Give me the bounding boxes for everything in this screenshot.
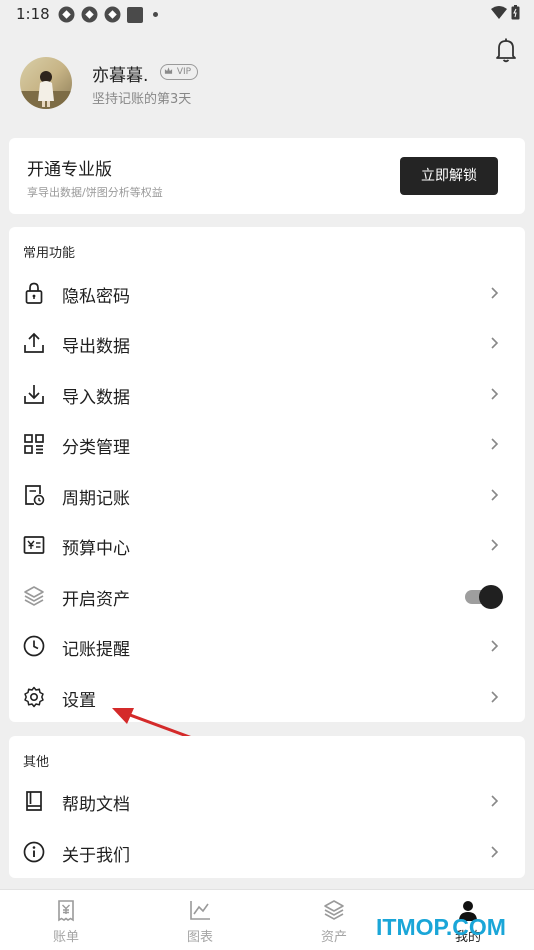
nav-tab-charts[interactable]: 图表 — [160, 890, 240, 950]
pro-title: 开通专业版 — [27, 160, 112, 180]
menu-item-label: 设置 — [62, 691, 96, 711]
nav-label: 图表 — [186, 930, 213, 945]
avatar[interactable] — [20, 57, 72, 109]
menu-item-label: 预算中心 — [62, 539, 130, 559]
crown-icon — [164, 67, 173, 74]
menu-item-export-data[interactable]: 导出数据 — [9, 318, 525, 368]
nav-tab-bills[interactable]: 账单 — [26, 890, 106, 950]
menu-item-enable-assets[interactable]: 开启资产 — [9, 571, 525, 621]
lock-icon — [25, 282, 43, 304]
username: 亦暮暮. — [92, 66, 149, 86]
chevron-right-icon — [491, 640, 499, 652]
menu-item-category-management[interactable]: 分类管理 — [9, 419, 525, 469]
unlock-button[interactable]: 立即解锁 — [400, 157, 498, 195]
budget-icon — [23, 536, 45, 554]
notification-app-icon — [81, 6, 98, 23]
watermark: ITMOP.COM — [376, 914, 506, 940]
menu-item-about-us[interactable]: 关于我们 — [9, 827, 525, 877]
pro-subtitle: 享导出数据/饼图分析等权益 — [27, 186, 163, 199]
menu-item-label: 隐私密码 — [62, 287, 130, 307]
avatar-image — [20, 57, 72, 109]
download-icon — [24, 385, 44, 404]
nav-tab-assets[interactable]: 资产 — [294, 890, 374, 950]
chevron-right-icon — [491, 489, 499, 501]
chevron-right-icon — [491, 337, 499, 349]
menu-item-help-docs[interactable]: 帮助文档 — [9, 776, 525, 826]
menu-item-label: 开启资产 — [62, 590, 130, 610]
menu-item-label: 记账提醒 — [62, 640, 130, 660]
menu-item-label: 导入数据 — [62, 388, 130, 408]
chevron-right-icon — [491, 388, 499, 400]
book-icon — [26, 791, 42, 811]
common-functions-card: 常用功能 隐私密码 导出数据 导入数据 分类管理 周期记账 预算中心 开启资产 — [9, 227, 525, 722]
section-title: 其他 — [23, 755, 50, 770]
assets-toggle[interactable] — [465, 584, 505, 609]
calendar-clock-icon — [25, 485, 45, 506]
menu-item-label: 关于我们 — [62, 846, 130, 866]
vip-badge[interactable]: VIP — [160, 64, 198, 80]
chevron-right-icon — [491, 438, 499, 450]
grid-icon — [24, 434, 44, 454]
menu-item-settings[interactable]: 设置 — [9, 672, 525, 722]
status-bar: 1:18 — [0, 0, 534, 28]
menu-item-record-reminder[interactable]: 记账提醒 — [9, 621, 525, 671]
chevron-right-icon — [491, 539, 499, 551]
chevron-right-icon — [491, 691, 499, 703]
chevron-right-icon — [491, 795, 499, 807]
section-title: 常用功能 — [23, 246, 76, 261]
notification-app-icon — [58, 6, 75, 23]
menu-item-import-data[interactable]: 导入数据 — [9, 369, 525, 419]
menu-item-label: 分类管理 — [62, 438, 130, 458]
layers-icon — [324, 900, 344, 920]
status-right — [491, 5, 520, 20]
clock-icon — [23, 635, 45, 657]
bell-icon[interactable] — [494, 37, 518, 63]
menu-item-privacy-password[interactable]: 隐私密码 — [9, 268, 525, 318]
pro-upgrade-card: 开通专业版 享导出数据/饼图分析等权益 立即解锁 — [9, 138, 525, 214]
info-icon — [23, 841, 45, 863]
menu-item-recurring-records[interactable]: 周期记账 — [9, 470, 525, 520]
notification-icons — [58, 6, 158, 23]
notification-square-icon — [127, 6, 143, 23]
menu-item-budget-center[interactable]: 预算中心 — [9, 520, 525, 570]
nav-label: 账单 — [52, 930, 79, 945]
streak-text: 坚持记账的第3天 — [92, 92, 192, 107]
profile-header[interactable]: 亦暮暮. VIP 坚持记账的第3天 — [20, 38, 520, 113]
status-time: 1:18 — [16, 5, 50, 23]
toggle-knob — [479, 585, 503, 609]
notification-dot-icon — [153, 12, 158, 17]
menu-item-label: 周期记账 — [62, 489, 130, 509]
battery-icon — [511, 5, 520, 20]
upload-icon — [24, 332, 44, 353]
other-card: 其他 帮助文档 关于我们 — [9, 736, 525, 878]
gear-icon — [24, 686, 44, 708]
menu-item-label: 帮助文档 — [62, 795, 130, 815]
menu-item-label: 导出数据 — [62, 337, 130, 357]
receipt-icon — [58, 900, 74, 922]
nav-label: 资产 — [320, 930, 347, 945]
vip-badge-label: VIP — [176, 67, 192, 77]
chevron-right-icon — [491, 287, 499, 299]
wifi-icon — [491, 5, 507, 19]
layers-icon — [24, 586, 44, 606]
notification-app-icon — [104, 6, 121, 23]
chart-icon — [190, 901, 210, 920]
chevron-right-icon — [491, 846, 499, 858]
